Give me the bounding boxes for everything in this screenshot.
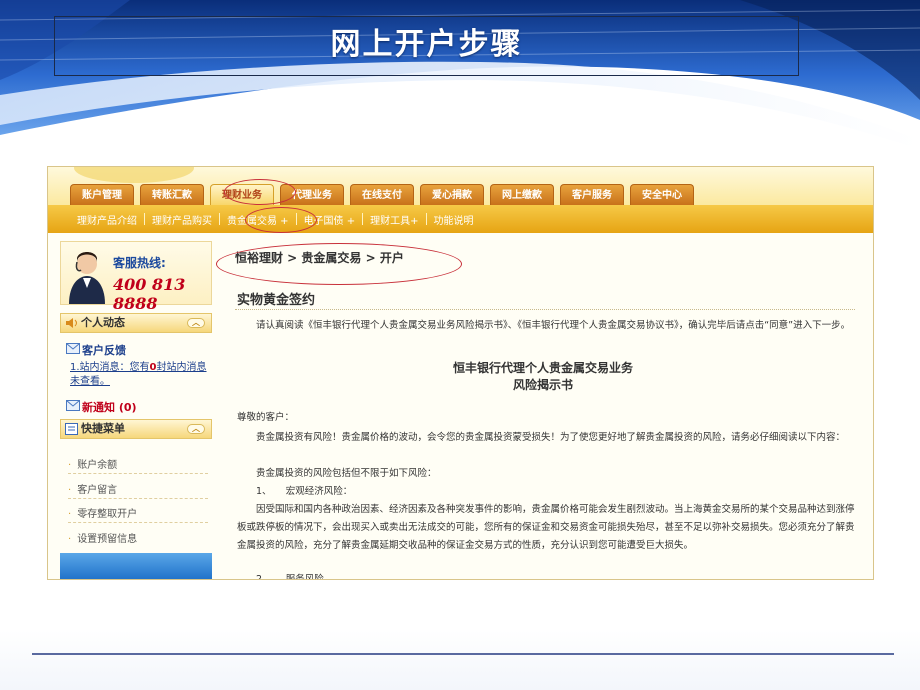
hotline-box: 客服热线: 400 813 8888 bbox=[60, 241, 212, 313]
logo-icon bbox=[74, 167, 194, 183]
sub-navigation: 理财产品介绍 理财产品购买 贵金属交易 + 电子国债 + 理财工具+ 功能说明 bbox=[48, 205, 873, 233]
list-item: 2、 服务风险 bbox=[256, 574, 324, 580]
main-tabs: 账户管理 转账汇款 理财业务 代理业务 在线支付 爱心捐款 网上缴款 客户服务 … bbox=[70, 184, 694, 206]
customer-service-agent-icon bbox=[69, 252, 105, 304]
new-notice-link[interactable]: 新通知 (0) bbox=[82, 399, 137, 415]
subnav-tools[interactable]: 理财工具+ bbox=[363, 212, 425, 227]
footer-area bbox=[0, 630, 920, 690]
sidebar: 客服热线: 400 813 8888 个人动态 ︿ 客户反馈 1.站内消息：您有… bbox=[60, 241, 212, 579]
page-heading: 实物黄金签约 bbox=[237, 293, 316, 308]
tab-online-bill-payment[interactable]: 网上缴款 bbox=[490, 184, 554, 205]
tab-security-center[interactable]: 安全中心 bbox=[630, 184, 694, 205]
speaker-icon bbox=[66, 318, 77, 328]
subnav-product-purchase[interactable]: 理财产品购买 bbox=[145, 212, 219, 227]
site-message-link[interactable]: 1.站内消息：您有0封站内消息未查看。 bbox=[70, 361, 210, 389]
highlight-oval-wealth-tab bbox=[224, 179, 296, 205]
paragraph: 因受国际和国内各种政治因素、经济因素及各种突发事件的影响，贵金属价格可能会发生剧… bbox=[237, 504, 855, 551]
hotline-label: 客服热线: bbox=[113, 256, 166, 270]
personal-updates-label: 个人动态 bbox=[81, 316, 125, 329]
footer-divider bbox=[32, 653, 894, 655]
title-box: 网上开户步骤 bbox=[54, 16, 799, 76]
hotline-number: 400 813 8888 bbox=[113, 275, 186, 313]
highlight-oval-breadcrumb bbox=[216, 243, 462, 285]
tab-account-management[interactable]: 账户管理 bbox=[70, 184, 134, 205]
menu-divider bbox=[68, 498, 208, 499]
envelope-icon bbox=[66, 400, 80, 411]
collapse-toggle-icon[interactable]: ︿ bbox=[187, 318, 205, 328]
sidebar-banner-graphic bbox=[60, 553, 212, 579]
tab-donation[interactable]: 爱心捐款 bbox=[420, 184, 484, 205]
shortcut-customer-message[interactable]: 客户留言 bbox=[68, 481, 208, 496]
greeting: 尊敬的客户： bbox=[237, 412, 295, 423]
slide: 网上开户步骤 账户管理 转账汇款 理财业务 代理业务 在线支付 爱心捐款 网上缴… bbox=[0, 0, 920, 690]
shortcut-menu-panel-header[interactable]: 快捷菜单 ︿ bbox=[60, 419, 212, 439]
shortcut-fixed-deposit[interactable]: 零存整取开户 bbox=[68, 505, 208, 520]
paragraph: 贵金属投资有风险！贵金属价格的波动，会令您的贵金属投资蒙受损失！为了使您更好地了… bbox=[256, 432, 846, 443]
menu-list-icon bbox=[65, 423, 78, 435]
slide-title: 网上开户步骤 bbox=[330, 27, 523, 62]
collapse-toggle-icon[interactable]: ︿ bbox=[187, 424, 205, 434]
tab-online-payment[interactable]: 在线支付 bbox=[350, 184, 414, 205]
shortcut-account-balance[interactable]: 账户余额 bbox=[68, 456, 208, 471]
subnav-product-intro[interactable]: 理财产品介绍 bbox=[70, 212, 144, 227]
subnav-help[interactable]: 功能说明 bbox=[427, 212, 481, 227]
tab-transfer[interactable]: 转账汇款 bbox=[140, 184, 204, 205]
envelope-icon bbox=[66, 343, 80, 354]
heading-divider bbox=[235, 309, 855, 310]
shortcut-reserved-info[interactable]: 设置预留信息 bbox=[68, 530, 208, 545]
shortcut-menu-label: 快捷菜单 bbox=[81, 422, 125, 435]
menu-divider bbox=[68, 473, 208, 474]
intro-text: 请认真阅读《恒丰银行代理个人贵金属交易业务风险揭示书》、《恒丰银行代理个人贵金属… bbox=[256, 320, 851, 331]
highlight-oval-precious-metals bbox=[245, 207, 317, 233]
site-message-count: 0 bbox=[149, 362, 157, 373]
list-item: 1、 宏观经济风险： bbox=[256, 486, 353, 497]
menu-divider bbox=[68, 522, 208, 523]
document-subtitle: 风险揭示书 bbox=[512, 378, 573, 392]
header-banner: 网上开户步骤 bbox=[0, 0, 920, 145]
document-title: 恒丰银行代理个人贵金属交易业务 bbox=[452, 361, 633, 375]
tab-customer-service[interactable]: 客户服务 bbox=[560, 184, 624, 205]
paragraph: 贵金属投资的风险包括但不限于如下风险： bbox=[256, 468, 437, 479]
bank-portal-screenshot: 账户管理 转账汇款 理财业务 代理业务 在线支付 爱心捐款 网上缴款 客户服务 … bbox=[47, 166, 874, 580]
customer-feedback-title: 客户反馈 bbox=[82, 344, 126, 357]
personal-updates-panel-header[interactable]: 个人动态 ︿ bbox=[60, 313, 212, 333]
main-content: 恒裕理财 > 贵金属交易 > 开户 实物黄金签约 请认真阅读《恒丰银行代理个人贵… bbox=[223, 241, 863, 580]
site-message-pre: 1.站内消息：您有 bbox=[70, 362, 150, 373]
